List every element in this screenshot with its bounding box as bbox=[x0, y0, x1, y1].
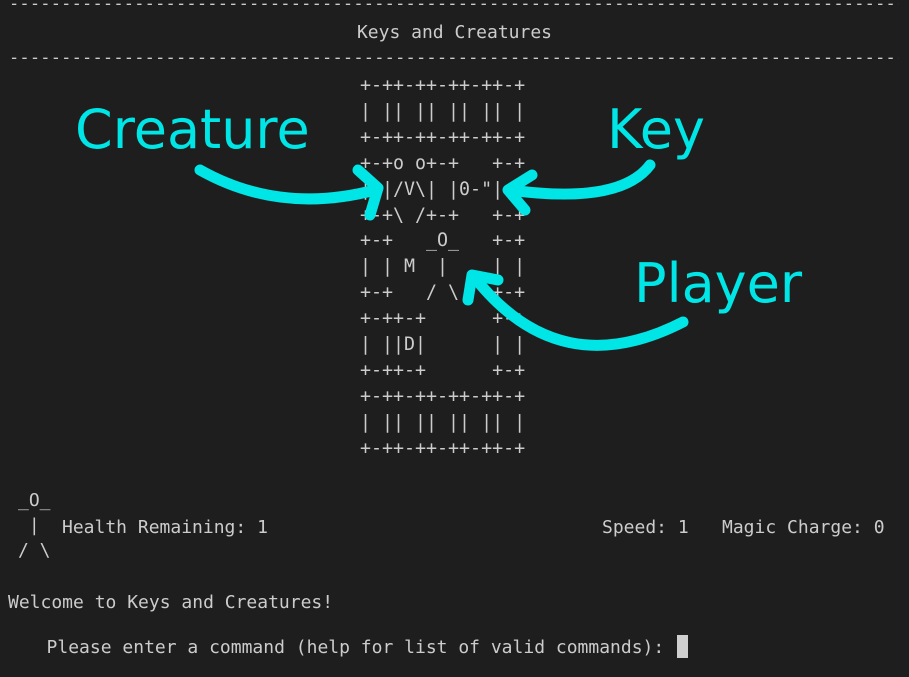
header-bottom-rule: ----------------------------------------… bbox=[9, 48, 899, 68]
console-output: Welcome to Keys and Creatures! Please en… bbox=[8, 592, 689, 677]
player-figure-icon: _O_ | / \ bbox=[18, 490, 51, 561]
welcome-message: Welcome to Keys and Creatures! bbox=[8, 592, 334, 613]
creature-annotation-label: Creature bbox=[75, 98, 310, 161]
game-title: Keys and Creatures bbox=[356, 22, 553, 43]
creature-arrow bbox=[194, 164, 381, 205]
player-annotation-label: Player bbox=[634, 252, 803, 315]
magic-charge-stat: Magic Charge: 0 bbox=[722, 517, 885, 538]
dungeon-map: +-++-++-++-++-+ | || || || || | +-++-++-… bbox=[360, 75, 526, 459]
key-arrow bbox=[504, 159, 656, 200]
key-annotation-label: Key bbox=[607, 98, 705, 161]
command-prompt-line[interactable]: Please enter a command (help for list of… bbox=[8, 616, 689, 677]
health-remaining: Health Remaining: 1 bbox=[62, 517, 268, 538]
speed-stat: Speed: 1 bbox=[602, 517, 689, 538]
command-prompt: Please enter a command (help for list of… bbox=[46, 637, 676, 658]
header-top-rule: ----------------------------------------… bbox=[9, 0, 899, 14]
text-cursor[interactable] bbox=[677, 635, 689, 658]
